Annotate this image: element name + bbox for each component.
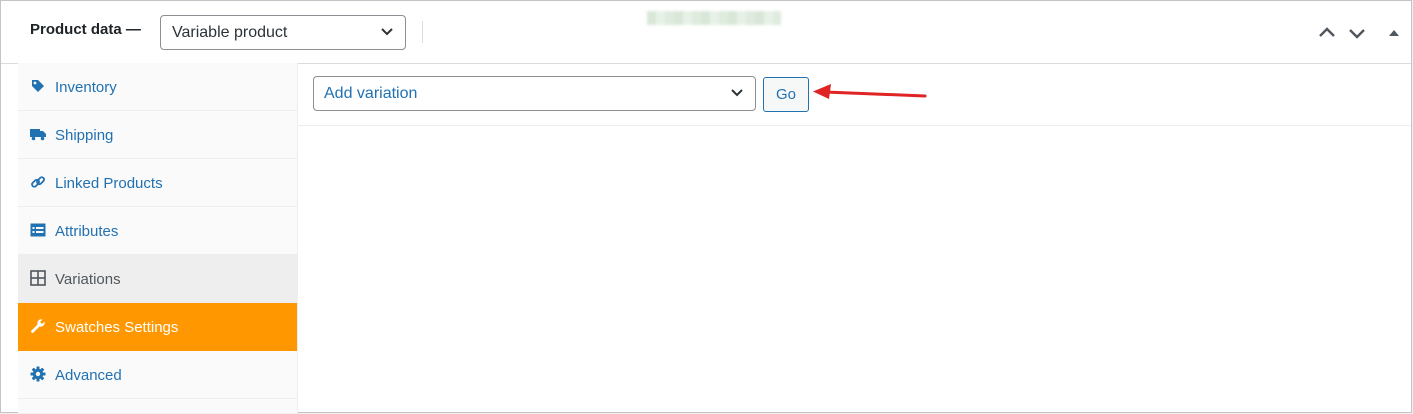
- grid-icon: [30, 270, 46, 286]
- tab-label: Variations: [55, 271, 121, 288]
- blurred-region: [647, 11, 781, 25]
- tab-label: Shipping: [55, 127, 114, 144]
- panel-title: Product data —: [30, 21, 141, 38]
- move-up-icon[interactable]: [1316, 22, 1338, 44]
- add-variation-select[interactable]: Add variation: [313, 76, 756, 111]
- product-type-value: Variable product: [172, 24, 288, 41]
- chevron-down-icon: [381, 28, 393, 36]
- tab-attributes[interactable]: Attributes: [18, 207, 297, 255]
- tab-label: Linked Products: [55, 175, 163, 192]
- link-icon: [31, 176, 45, 188]
- add-variation-value: Add variation: [324, 85, 418, 102]
- truck-icon: [30, 129, 46, 141]
- panel-header: Product data — Variable product: [1, 1, 1411, 64]
- chevron-down-icon: [731, 89, 743, 97]
- tab-variations[interactable]: Variations: [18, 255, 297, 303]
- tab-label: Advanced: [55, 367, 122, 384]
- tab-label: Swatches Settings: [55, 319, 179, 336]
- variations-toolbar: Add variation Go: [298, 63, 1411, 126]
- move-down-icon[interactable]: [1346, 22, 1368, 44]
- tab-label: Attributes: [55, 223, 119, 240]
- tag-icon: [32, 80, 44, 92]
- toggle-panel-icon[interactable]: [1383, 22, 1405, 44]
- product-type-select[interactable]: Variable product: [160, 15, 406, 50]
- list-icon: [30, 223, 46, 237]
- product-data-tabs: Inventory Shipping Linked Products Attri…: [18, 63, 298, 413]
- go-button[interactable]: Go: [763, 77, 809, 112]
- tab-shipping[interactable]: Shipping: [18, 111, 297, 159]
- tab-inventory[interactable]: Inventory: [18, 63, 297, 111]
- gear-icon: [30, 366, 46, 382]
- wrench-icon: [31, 319, 45, 333]
- tab-linked-products[interactable]: Linked Products: [18, 159, 297, 207]
- tab-label: Inventory: [55, 79, 117, 96]
- product-data-panel: Product data — Variable product Inventor…: [0, 0, 1412, 413]
- annotation-arrow-icon: [813, 84, 927, 99]
- header-divider: [422, 21, 423, 43]
- tab-advanced[interactable]: Advanced: [18, 351, 297, 399]
- variations-panel: Add variation Go: [298, 63, 1411, 412]
- tab-swatches-settings[interactable]: Swatches Settings: [18, 303, 297, 351]
